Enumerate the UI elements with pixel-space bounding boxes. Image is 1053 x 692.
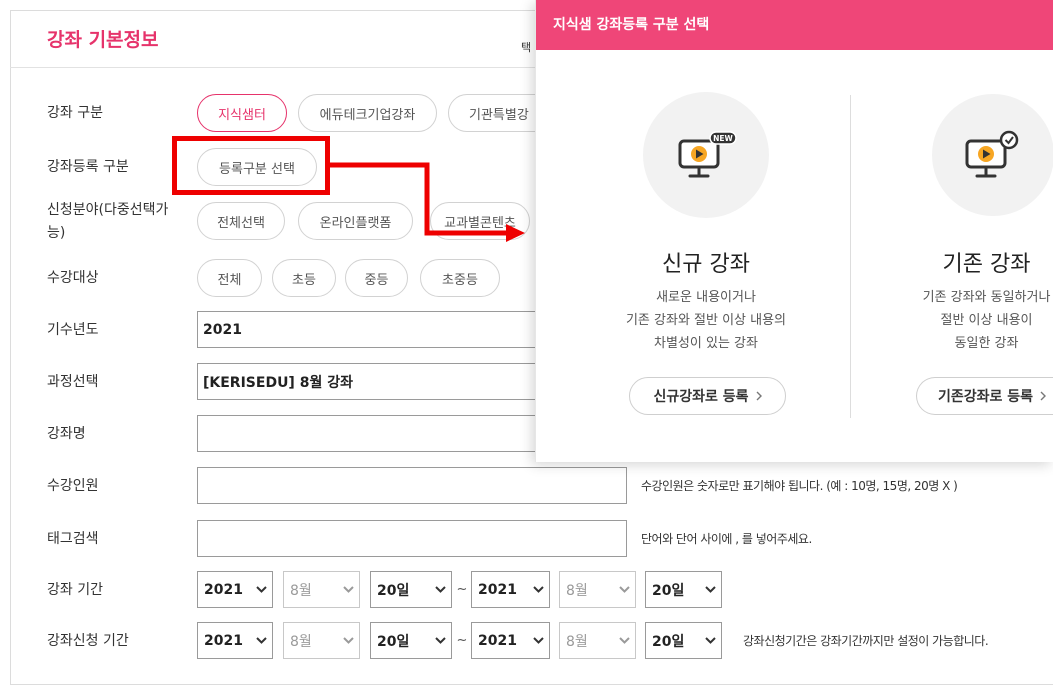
apply-start-day-select[interactable]: 20일 (370, 622, 452, 659)
application-period-label: 강좌신청 기간 (47, 633, 129, 649)
course-period-label: 강좌 기간 (47, 582, 103, 598)
monitor-check-icon (965, 130, 1019, 178)
existing-course-icon-circle (932, 94, 1053, 216)
course-start-month-select[interactable]: 8월 (283, 571, 360, 608)
description-line: 동일한 강좌 (954, 336, 1019, 351)
options-divider (850, 95, 851, 418)
select-value: 2021 (478, 581, 517, 598)
target-option[interactable]: 중등 (345, 259, 408, 297)
chevron-down-icon (256, 637, 267, 644)
cohort-year-label: 기수년도 (47, 322, 99, 338)
panel-header-right-text: 택 (521, 41, 532, 54)
select-value: 8월 (290, 582, 312, 599)
course-type-option[interactable]: 에듀테크기업강좌 (298, 94, 437, 132)
tag-search-label: 태그검색 (47, 531, 99, 547)
capacity-label: 수강인원 (47, 478, 99, 494)
existing-course-description: 기존 강좌와 동일하거나 절반 이상 내용이 동일한 강좌 (919, 286, 1053, 355)
course-end-month-select[interactable]: 8월 (559, 571, 636, 608)
registration-type-select-button[interactable]: 등록구분 선택 (197, 148, 317, 186)
panel-title: 강좌 기본정보 (47, 29, 159, 51)
new-course-icon-circle: NEW (643, 92, 769, 218)
application-field-option[interactable]: 온라인플랫폼 (298, 202, 413, 240)
chevron-down-icon (343, 586, 354, 593)
tag-search-input[interactable] (197, 520, 627, 557)
chevron-down-icon (619, 586, 630, 593)
registration-type-label: 강좌등록 구분 (47, 159, 129, 175)
application-field-label: 신청분야(다중선택가능) (47, 202, 169, 241)
apply-start-month-select[interactable]: 8월 (283, 622, 360, 659)
chevron-down-icon (705, 586, 716, 593)
chevron-down-icon (343, 637, 354, 644)
chevron-down-icon (435, 586, 446, 593)
chevron-down-icon (533, 637, 544, 644)
chevron-down-icon (533, 586, 544, 593)
tag-help-text: 단어와 단어 사이에 , 를 넣어주세요. (641, 532, 812, 546)
description-line: 새로운 내용이거나 (656, 290, 756, 305)
select-value: 20일 (377, 582, 410, 599)
button-label: 기존강좌로 등록 (938, 389, 1034, 405)
capacity-help-text: 수강인원은 숫자로만 표기해야 됩니다. (예 : 10명, 15명, 20명 … (641, 479, 958, 493)
register-new-course-button[interactable]: 신규강좌로 등록 (629, 377, 786, 415)
button-label: 신규강좌로 등록 (653, 389, 749, 405)
apply-end-month-select[interactable]: 8월 (559, 622, 636, 659)
application-period-help-text: 강좌신청기간은 강좌기간까지만 설정이 가능합니다. (743, 634, 989, 648)
course-start-day-select[interactable]: 20일 (370, 571, 452, 608)
apply-end-year-select[interactable]: 2021 (471, 622, 550, 659)
chevron-down-icon (619, 637, 630, 644)
registration-type-modal: 지식샘 강좌등록 구분 선택 NEW 신규 강좌 새로운 내용이거나 기존 강좌… (535, 0, 1053, 462)
register-existing-course-button[interactable]: 기존강좌로 등록 (916, 377, 1053, 415)
chevron-down-icon (705, 637, 716, 644)
target-label: 수강대상 (47, 270, 99, 286)
description-line: 기존 강좌와 절반 이상 내용의 (625, 313, 787, 328)
application-field-option[interactable]: 전체선택 (197, 202, 285, 240)
select-value: 8월 (290, 633, 312, 650)
monitor-new-icon: NEW (678, 131, 737, 178)
chevron-right-icon (756, 391, 762, 401)
select-value: 8월 (566, 633, 588, 650)
course-name-label: 강좌명 (47, 426, 86, 442)
select-value: 2021 (204, 581, 243, 598)
chevron-down-icon (256, 586, 267, 593)
capacity-input[interactable] (197, 467, 627, 504)
chevron-right-icon (1040, 391, 1047, 401)
target-option[interactable]: 전체 (197, 259, 262, 297)
period-separator: ~ (456, 582, 468, 597)
modal-header: 지식샘 강좌등록 구분 선택 (536, 0, 1053, 50)
description-line: 차별성이 있는 강좌 (654, 336, 758, 351)
course-end-year-select[interactable]: 2021 (471, 571, 550, 608)
apply-start-year-select[interactable]: 2021 (197, 622, 273, 659)
select-value: 20일 (652, 582, 685, 599)
course-start-year-select[interactable]: 2021 (197, 571, 273, 608)
course-select-label: 과정선택 (47, 374, 99, 390)
existing-course-title: 기존 강좌 (942, 252, 1031, 277)
target-option[interactable]: 초등 (272, 259, 336, 297)
new-badge: NEW (713, 134, 733, 143)
new-course-description: 새로운 내용이거나 기존 강좌와 절반 이상 내용의 차별성이 있는 강좌 (556, 286, 856, 355)
select-value: 8월 (566, 582, 588, 599)
apply-end-day-select[interactable]: 20일 (645, 622, 722, 659)
course-end-day-select[interactable]: 20일 (645, 571, 722, 608)
chevron-down-icon (435, 637, 446, 644)
new-course-title: 신규 강좌 (662, 252, 750, 277)
select-value: 20일 (377, 633, 410, 650)
course-type-option[interactable]: 지식샘터 (197, 94, 287, 132)
application-field-option[interactable]: 교과별콘텐츠 (430, 202, 530, 240)
period-separator: ~ (456, 633, 468, 648)
select-value: 20일 (652, 633, 685, 650)
description-line: 절반 이상 내용이 (940, 313, 1033, 328)
course-type-label: 강좌 구분 (47, 105, 103, 121)
modal-title: 지식샘 강좌등록 구분 선택 (553, 17, 710, 33)
select-value: 2021 (478, 632, 517, 649)
select-value: 2021 (204, 632, 243, 649)
target-option[interactable]: 초중등 (420, 259, 500, 297)
description-line: 기존 강좌와 동일하거나 (922, 290, 1051, 305)
